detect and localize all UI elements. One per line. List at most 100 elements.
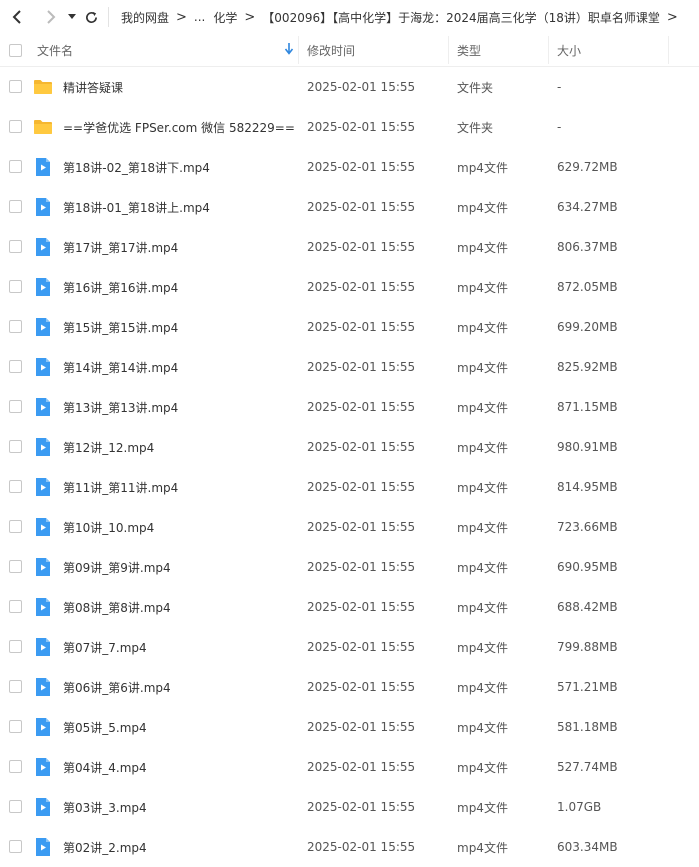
file-name[interactable]: 第12讲_12.mp4 [63, 439, 154, 456]
file-name[interactable]: 第10讲_10.mp4 [63, 519, 154, 536]
file-size: - [557, 120, 562, 134]
file-name[interactable]: 第15讲_第15讲.mp4 [63, 319, 178, 336]
column-header-size[interactable]: 大小 [557, 42, 581, 59]
file-row[interactable]: 第05讲_5.mp4 2025-02-01 15:55 mp4文件 581.18MB [0, 707, 699, 747]
chevron-left-icon [12, 10, 21, 24]
breadcrumb-item-current[interactable]: 【002096】【高中化学】于海龙：2024届高三化学（18讲）职卓名师课堂 [258, 9, 664, 26]
file-size: 872.05MB [557, 280, 618, 294]
file-row[interactable]: 第09讲_第9讲.mp4 2025-02-01 15:55 mp4文件 690.95M… [0, 547, 699, 587]
file-type: 文件夹 [457, 80, 494, 95]
sort-descending-icon[interactable] [284, 43, 294, 55]
file-row[interactable]: 第07讲_7.mp4 2025-02-01 15:55 mp4文件 799.88MB [0, 627, 699, 667]
file-type: mp4文件 [457, 440, 508, 455]
toolbar: 我的网盘 > ... 化学 > 【002096】【高中化学】于海龙：2024届高… [0, 0, 699, 34]
file-name[interactable]: 第06讲_第6讲.mp4 [63, 679, 171, 696]
row-checkbox[interactable] [9, 320, 22, 333]
row-checkbox[interactable] [9, 80, 22, 93]
file-row[interactable]: 第14讲_第14讲.mp4 2025-02-01 15:55 mp4文件 825.92… [0, 347, 699, 387]
file-name[interactable]: 第05讲_5.mp4 [63, 719, 147, 736]
file-name[interactable]: 第09讲_第9讲.mp4 [63, 559, 171, 576]
row-checkbox[interactable] [9, 480, 22, 493]
refresh-button[interactable] [80, 0, 102, 34]
column-header-modified[interactable]: 修改时间 [307, 42, 355, 59]
file-row[interactable]: 第18讲-01_第18讲上.mp4 2025-02-01 15:55 mp4文件 63… [0, 187, 699, 227]
row-checkbox[interactable] [9, 360, 22, 373]
back-button[interactable] [4, 0, 30, 34]
file-type: mp4文件 [457, 800, 508, 815]
file-row[interactable]: 第15讲_第15讲.mp4 2025-02-01 15:55 mp4文件 699.20… [0, 307, 699, 347]
file-name[interactable]: 第11讲_第11讲.mp4 [63, 479, 178, 496]
file-name[interactable]: 第03讲_3.mp4 [63, 799, 147, 816]
file-name[interactable]: 第02讲_2.mp4 [63, 839, 147, 856]
file-row[interactable]: 第12讲_12.mp4 2025-02-01 15:55 mp4文件 980.91MB [0, 427, 699, 467]
file-modified-time: 2025-02-01 15:55 [307, 480, 416, 494]
file-row[interactable]: 第18讲-02_第18讲下.mp4 2025-02-01 15:55 mp4文件 62… [0, 147, 699, 187]
row-checkbox[interactable] [9, 600, 22, 613]
caret-down-icon [68, 14, 76, 19]
row-checkbox[interactable] [9, 720, 22, 733]
file-row[interactable]: 第16讲_第16讲.mp4 2025-02-01 15:55 mp4文件 872.05… [0, 267, 699, 307]
file-size: 806.37MB [557, 240, 618, 254]
file-name[interactable]: 第04讲_4.mp4 [63, 759, 147, 776]
file-row[interactable]: 第04讲_4.mp4 2025-02-01 15:55 mp4文件 527.74MB [0, 747, 699, 787]
file-name[interactable]: 第18讲-01_第18讲上.mp4 [63, 199, 210, 216]
file-name[interactable]: 精讲答疑课 [63, 79, 123, 96]
video-file-icon [33, 157, 53, 177]
breadcrumb-item-root[interactable]: 我的网盘 [117, 9, 173, 26]
file-list-header: 文件名 修改时间 类型 大小 [0, 34, 699, 67]
row-checkbox[interactable] [9, 440, 22, 453]
file-row[interactable]: 第08讲_第8讲.mp4 2025-02-01 15:55 mp4文件 688.42M… [0, 587, 699, 627]
breadcrumb-item-ellipsis[interactable]: ... [190, 10, 209, 24]
row-checkbox[interactable] [9, 760, 22, 773]
breadcrumb-item-chemistry[interactable]: 化学 [209, 9, 241, 26]
file-name[interactable]: 第13讲_第13讲.mp4 [63, 399, 178, 416]
file-row[interactable]: ==学爸优选 FPSer.com 微信 582229== 2025-02-01 1… [0, 107, 699, 147]
file-modified-time: 2025-02-01 15:55 [307, 600, 416, 614]
row-checkbox[interactable] [9, 680, 22, 693]
row-checkbox[interactable] [9, 560, 22, 573]
file-name[interactable]: 第08讲_第8讲.mp4 [63, 599, 171, 616]
file-name[interactable]: 第14讲_第14讲.mp4 [63, 359, 178, 376]
file-row[interactable]: 第17讲_第17讲.mp4 2025-02-01 15:55 mp4文件 806.37… [0, 227, 699, 267]
file-size: 699.20MB [557, 320, 618, 334]
row-checkbox[interactable] [9, 160, 22, 173]
file-row[interactable]: 第02讲_2.mp4 2025-02-01 15:55 mp4文件 603.34MB [0, 827, 699, 867]
row-checkbox[interactable] [9, 280, 22, 293]
row-checkbox[interactable] [9, 840, 22, 853]
file-row[interactable]: 第06讲_第6讲.mp4 2025-02-01 15:55 mp4文件 571.21M… [0, 667, 699, 707]
column-header-type[interactable]: 类型 [457, 42, 481, 59]
file-size: 571.21MB [557, 680, 618, 694]
file-name[interactable]: ==学爸优选 FPSer.com 微信 582229== [63, 119, 295, 136]
file-modified-time: 2025-02-01 15:55 [307, 720, 416, 734]
file-row[interactable]: 第03讲_3.mp4 2025-02-01 15:55 mp4文件 1.07GB [0, 787, 699, 827]
row-checkbox[interactable] [9, 200, 22, 213]
select-all-checkbox[interactable] [9, 44, 22, 57]
file-modified-time: 2025-02-01 15:55 [307, 800, 416, 814]
file-name[interactable]: 第17讲_第17讲.mp4 [63, 239, 178, 256]
file-size: 825.92MB [557, 360, 618, 374]
row-checkbox[interactable] [9, 240, 22, 253]
file-modified-time: 2025-02-01 15:55 [307, 680, 416, 694]
row-checkbox[interactable] [9, 400, 22, 413]
file-row[interactable]: 第11讲_第11讲.mp4 2025-02-01 15:55 mp4文件 814.95… [0, 467, 699, 507]
video-file-icon [33, 677, 53, 697]
file-row[interactable]: 精讲答疑课 2025-02-01 15:55 文件夹 - [0, 67, 699, 107]
file-name[interactable]: 第18讲-02_第18讲下.mp4 [63, 159, 210, 176]
file-row[interactable]: 第13讲_第13讲.mp4 2025-02-01 15:55 mp4文件 871.15… [0, 387, 699, 427]
file-row[interactable]: 第10讲_10.mp4 2025-02-01 15:55 mp4文件 723.66MB [0, 507, 699, 547]
file-size: 980.91MB [557, 440, 618, 454]
row-checkbox[interactable] [9, 120, 22, 133]
file-name[interactable]: 第16讲_第16讲.mp4 [63, 279, 178, 296]
history-dropdown-button[interactable] [64, 0, 80, 34]
column-divider[interactable] [548, 36, 549, 64]
file-modified-time: 2025-02-01 15:55 [307, 360, 416, 374]
row-checkbox[interactable] [9, 520, 22, 533]
column-divider[interactable] [448, 36, 449, 64]
column-divider[interactable] [668, 36, 669, 64]
column-header-name[interactable]: 文件名 [37, 42, 73, 59]
row-checkbox[interactable] [9, 800, 22, 813]
row-checkbox[interactable] [9, 640, 22, 653]
file-name[interactable]: 第07讲_7.mp4 [63, 639, 147, 656]
column-divider[interactable] [298, 36, 299, 64]
forward-button[interactable] [38, 0, 64, 34]
